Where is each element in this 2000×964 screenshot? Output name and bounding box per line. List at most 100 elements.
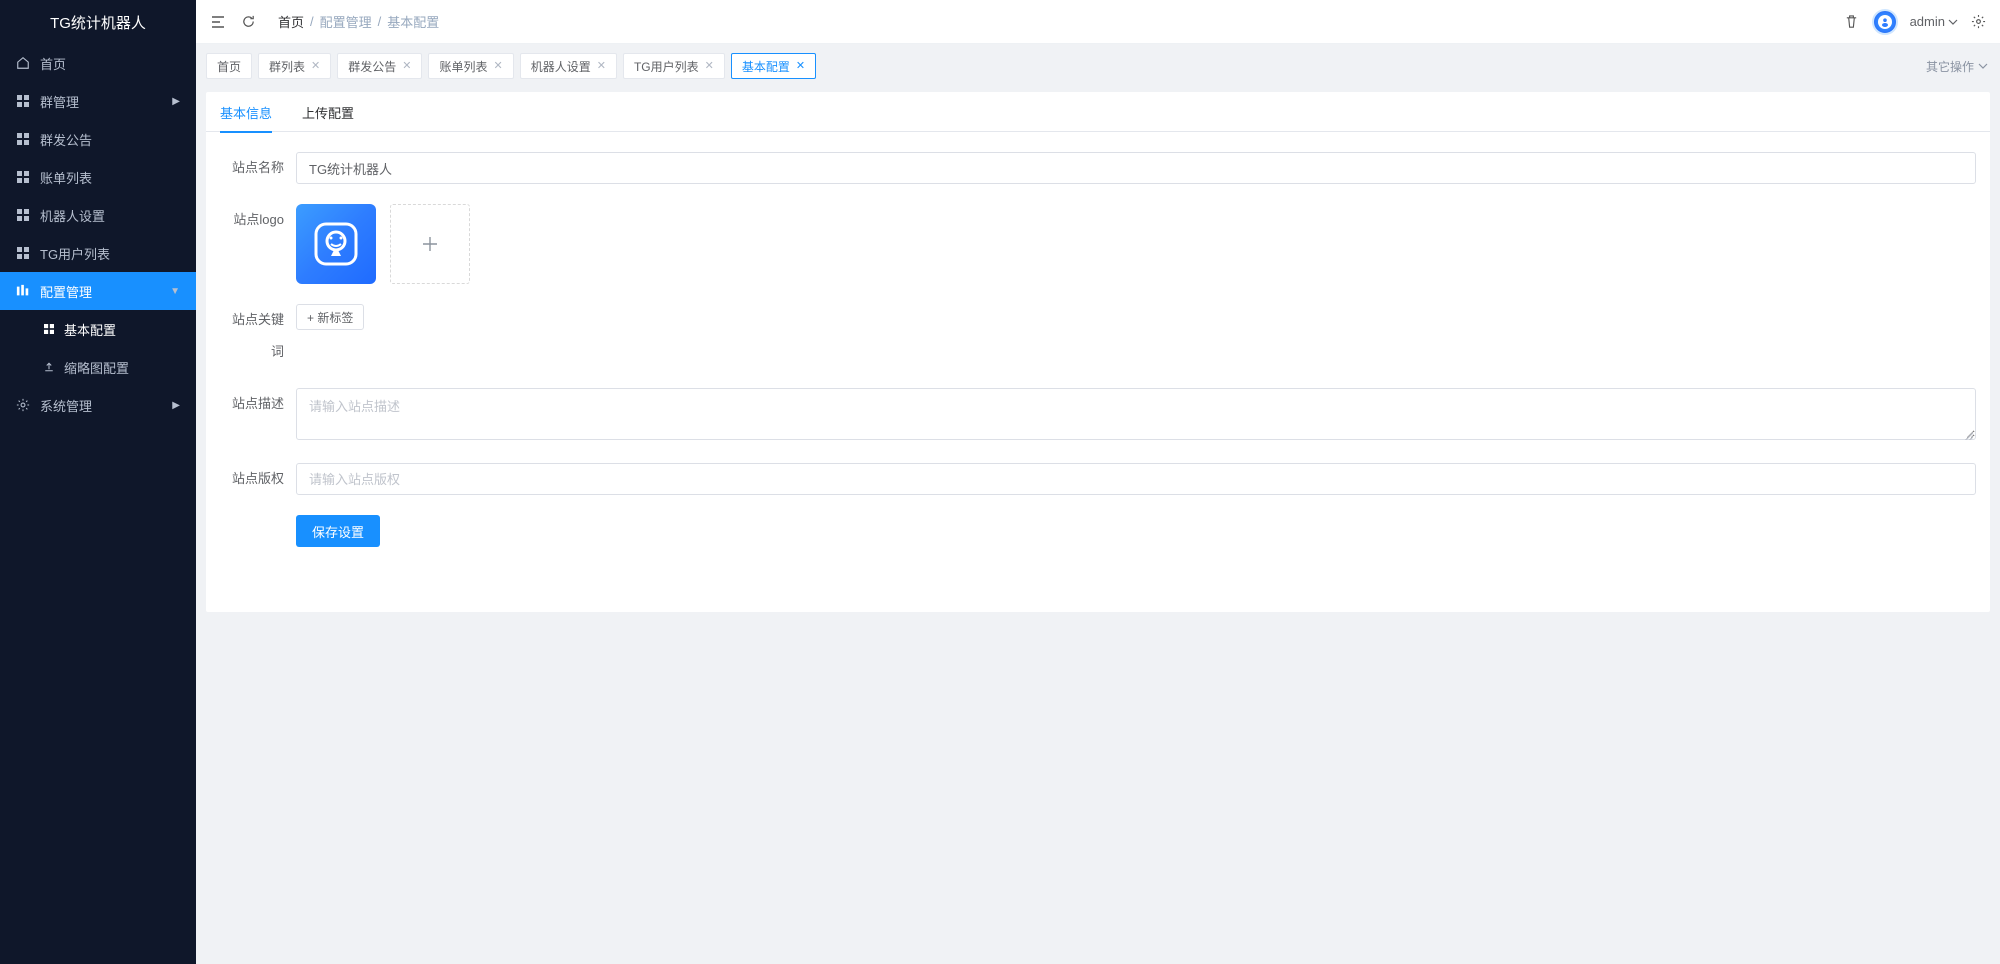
sidebar-item-label: 机器人设置 bbox=[40, 206, 180, 225]
field-label: 站点描述 bbox=[220, 388, 296, 420]
close-icon[interactable]: ✕ bbox=[402, 61, 411, 72]
tab-label: 群发公告 bbox=[348, 58, 396, 75]
sidebar-item-group-manage[interactable]: 群管理 ▶ bbox=[0, 82, 196, 120]
refresh-icon[interactable] bbox=[240, 14, 256, 30]
tab-label: 群列表 bbox=[269, 58, 305, 75]
field-label: 站点版权 bbox=[220, 463, 296, 495]
tab-home[interactable]: 首页 bbox=[206, 53, 252, 79]
field-label: 站点logo bbox=[220, 204, 296, 236]
sidebar-item-label: 基本配置 bbox=[64, 320, 180, 339]
sidebar-item-label: 系统管理 bbox=[40, 396, 172, 415]
sidebar-item-system-manage[interactable]: 系统管理 ▶ bbox=[0, 386, 196, 424]
breadcrumb-sep: / bbox=[310, 14, 314, 29]
sidebar-item-tg-users[interactable]: TG用户列表 bbox=[0, 234, 196, 272]
content: 基本信息 上传配置 站点名称 站点logo bbox=[196, 82, 2000, 964]
sidebar-item-broadcast[interactable]: 群发公告 bbox=[0, 120, 196, 158]
sidebar-item-label: 账单列表 bbox=[40, 168, 180, 187]
chevron-down-icon: ▼ bbox=[170, 286, 180, 297]
breadcrumb: 首页 / 配置管理 / 基本配置 bbox=[278, 12, 439, 31]
tab-label: 机器人设置 bbox=[531, 58, 591, 75]
tab-tg-users[interactable]: TG用户列表 ✕ bbox=[623, 53, 725, 79]
tab-bot-settings[interactable]: 机器人设置 ✕ bbox=[520, 53, 617, 79]
grid-icon bbox=[16, 246, 30, 260]
chevron-right-icon: ▶ bbox=[172, 96, 180, 107]
avatar[interactable] bbox=[1872, 9, 1898, 35]
tab-label: 首页 bbox=[217, 58, 241, 75]
site-copyright-input[interactable] bbox=[296, 463, 1976, 495]
sidebar-submenu-config: 基本配置 缩略图配置 bbox=[0, 310, 196, 386]
tab-bills[interactable]: 账单列表 ✕ bbox=[428, 53, 513, 79]
sidebar-item-label: 群发公告 bbox=[40, 130, 180, 149]
user-dropdown[interactable]: admin bbox=[1910, 14, 1958, 29]
card: 基本信息 上传配置 站点名称 站点logo bbox=[206, 92, 1990, 612]
settings-icon[interactable] bbox=[1970, 14, 1986, 30]
sidebar: TG统计机器人 首页 群管理 ▶ 群发公告 bbox=[0, 0, 196, 964]
other-ops-label: 其它操作 bbox=[1926, 58, 1974, 75]
tab-label: 账单列表 bbox=[439, 58, 487, 75]
sidebar-menu: 首页 群管理 ▶ 群发公告 账单列表 bbox=[0, 44, 196, 964]
chevron-right-icon: ▶ bbox=[172, 400, 180, 411]
sidebar-item-bot-settings[interactable]: 机器人设置 bbox=[0, 196, 196, 234]
header: 首页 / 配置管理 / 基本配置 admin bbox=[196, 0, 2000, 44]
form-row-site-desc: 站点描述 bbox=[220, 388, 1976, 443]
upload-add-button[interactable] bbox=[390, 204, 470, 284]
close-icon[interactable]: ✕ bbox=[597, 61, 606, 72]
inner-tab-basic-info[interactable]: 基本信息 bbox=[220, 92, 272, 132]
tab-basic-config[interactable]: 基本配置 ✕ bbox=[731, 53, 816, 79]
breadcrumb-item[interactable]: 首页 bbox=[278, 12, 304, 31]
config-form: 站点名称 站点logo bbox=[206, 132, 1990, 575]
form-row-site-copyright: 站点版权 bbox=[220, 463, 1976, 495]
grid-icon bbox=[16, 132, 30, 146]
chevron-down-icon bbox=[1978, 61, 1988, 71]
other-ops-dropdown[interactable]: 其它操作 bbox=[1926, 58, 1990, 75]
sidebar-item-label: 缩略图配置 bbox=[64, 358, 180, 377]
close-icon[interactable]: ✕ bbox=[311, 61, 320, 72]
tab-label: 基本配置 bbox=[742, 58, 790, 75]
form-row-site-keywords: 站点关键词 + 新标签 bbox=[220, 304, 1976, 368]
inner-tabs: 基本信息 上传配置 bbox=[206, 92, 1990, 132]
breadcrumb-item[interactable]: 配置管理 bbox=[320, 12, 372, 31]
sidebar-item-home[interactable]: 首页 bbox=[0, 44, 196, 82]
header-right: admin bbox=[1844, 9, 1986, 35]
close-icon[interactable]: ✕ bbox=[705, 61, 714, 72]
breadcrumb-item: 基本配置 bbox=[387, 12, 439, 31]
save-button[interactable]: 保存设置 bbox=[296, 515, 380, 547]
field-label: 站点关键词 bbox=[220, 304, 296, 368]
tab-label: TG用户列表 bbox=[634, 58, 699, 75]
sidebar-item-bills[interactable]: 账单列表 bbox=[0, 158, 196, 196]
header-left: 首页 / 配置管理 / 基本配置 bbox=[210, 12, 439, 31]
sidebar-item-label: 群管理 bbox=[40, 92, 172, 111]
plus-icon bbox=[420, 234, 440, 254]
sidebar-item-thumbnail-config[interactable]: 缩略图配置 bbox=[0, 348, 196, 386]
form-row-site-logo: 站点logo bbox=[220, 204, 1976, 284]
sidebar-item-label: TG用户列表 bbox=[40, 244, 180, 263]
upload-icon bbox=[42, 360, 56, 374]
trash-icon[interactable] bbox=[1844, 14, 1860, 30]
grid-icon bbox=[16, 170, 30, 184]
main-area: 首页 / 配置管理 / 基本配置 admin bbox=[196, 0, 2000, 964]
breadcrumb-sep: / bbox=[378, 14, 382, 29]
sidebar-item-label: 首页 bbox=[40, 54, 180, 73]
brand-title: TG统计机器人 bbox=[0, 0, 196, 44]
home-icon bbox=[16, 56, 30, 70]
grid-icon bbox=[42, 322, 56, 336]
tab-group-list[interactable]: 群列表 ✕ bbox=[258, 53, 331, 79]
inner-tab-upload-config[interactable]: 上传配置 bbox=[302, 92, 354, 132]
new-tag-button[interactable]: + 新标签 bbox=[296, 304, 364, 330]
sidebar-item-config-manage[interactable]: 配置管理 ▼ bbox=[0, 272, 196, 310]
site-name-input[interactable] bbox=[296, 152, 1976, 184]
tab-broadcast[interactable]: 群发公告 ✕ bbox=[337, 53, 422, 79]
logo-preview[interactable] bbox=[296, 204, 376, 284]
field-label: 站点名称 bbox=[220, 152, 296, 184]
logo-image-icon bbox=[309, 217, 363, 271]
form-row-site-name: 站点名称 bbox=[220, 152, 1976, 184]
site-desc-textarea[interactable] bbox=[296, 388, 1976, 440]
grid-icon bbox=[16, 94, 30, 108]
close-icon[interactable]: ✕ bbox=[796, 61, 805, 72]
bars-icon bbox=[16, 284, 30, 298]
collapse-toggle-icon[interactable] bbox=[210, 14, 226, 30]
sidebar-item-label: 配置管理 bbox=[40, 282, 170, 301]
close-icon[interactable]: ✕ bbox=[494, 61, 503, 72]
inner-tab-label: 基本信息 bbox=[220, 103, 272, 122]
sidebar-item-basic-config[interactable]: 基本配置 bbox=[0, 310, 196, 348]
